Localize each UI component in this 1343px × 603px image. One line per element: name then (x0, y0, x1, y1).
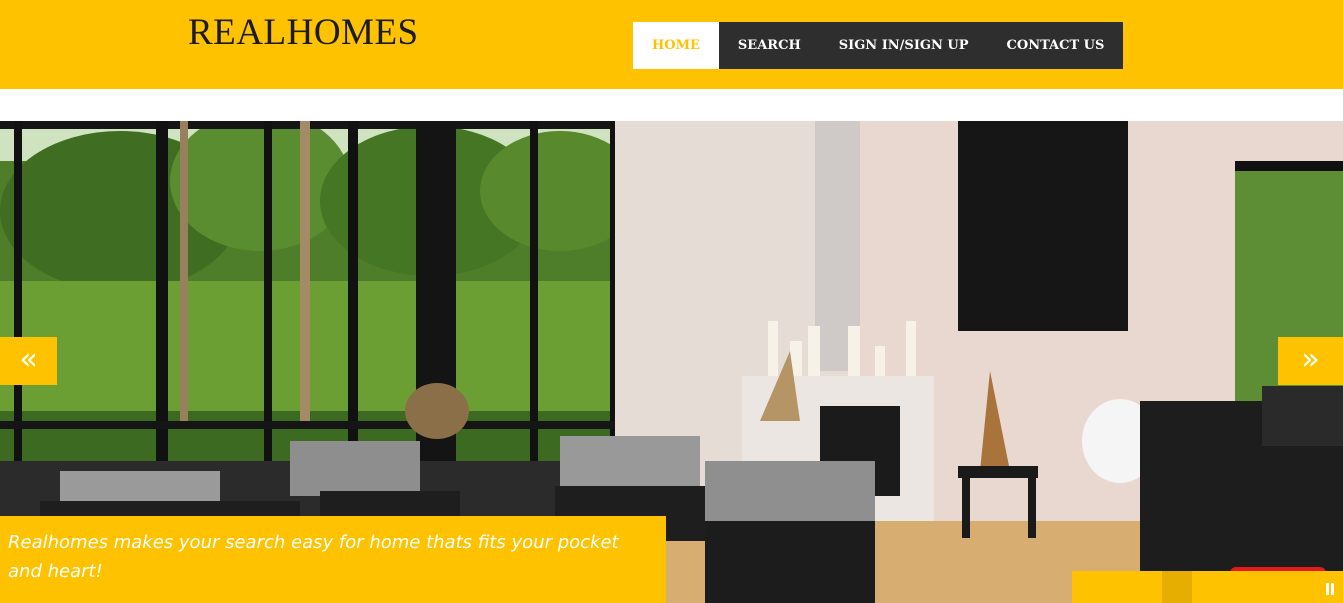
nav-contact-us[interactable]: CONTACT US (988, 22, 1124, 69)
hero-slider: « » Realhomes makes your search easy for… (0, 121, 1343, 603)
nav-sign-in-sign-up[interactable]: SIGN IN/SIGN UP (820, 22, 988, 69)
slide-caption-text: Realhomes makes your search easy for hom… (8, 532, 619, 582)
main-nav: HOME SEARCH SIGN IN/SIGN UP CONTACT US (633, 22, 1124, 69)
slider-next-button[interactable]: » (1278, 337, 1343, 385)
nav-home[interactable]: HOME (633, 22, 719, 69)
slider-progress-segment (1162, 571, 1192, 603)
site-header: REALHOMES HOME SEARCH SIGN IN/SIGN UP CO… (0, 0, 1343, 89)
pause-icon[interactable] (1325, 583, 1335, 595)
nav-search[interactable]: SEARCH (719, 22, 820, 69)
slide-caption: Realhomes makes your search easy for hom… (0, 516, 666, 603)
slider-controls (1072, 571, 1343, 603)
slider-prev-button[interactable]: « (0, 337, 57, 385)
site-logo[interactable]: REALHOMES (188, 14, 419, 51)
